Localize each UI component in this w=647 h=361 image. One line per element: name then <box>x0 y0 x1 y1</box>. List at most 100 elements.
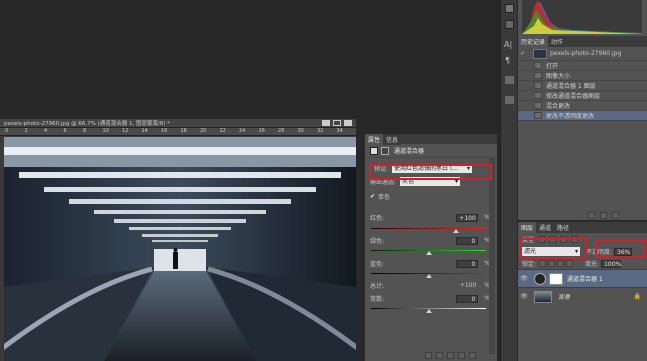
reset-icon[interactable] <box>447 352 454 359</box>
camera-icon[interactable] <box>600 212 607 219</box>
tool-preset-icon[interactable] <box>505 76 514 84</box>
horizontal-ruler: 0 2 4 6 8 10 12 14 16 18 20 22 24 26 28 30 32 34 <box>0 128 356 136</box>
properties-scrollbar[interactable] <box>489 158 495 354</box>
ruler-tick-label: 34 <box>336 128 343 134</box>
history-step-icon <box>534 112 542 119</box>
ruler-tick-label: 10 <box>102 128 109 134</box>
mono-label: 单色 <box>378 193 391 201</box>
document-window: pexels-photo-27960.jpg @ 66.7% (通道混合器 1,… <box>0 119 356 361</box>
layer-mask-thumbnail[interactable] <box>549 272 563 285</box>
red-label: 红色: <box>370 215 385 222</box>
lock-image-icon[interactable] <box>548 260 556 267</box>
ruler-tick-label: 14 <box>141 128 148 134</box>
lock-position-icon[interactable] <box>557 260 565 267</box>
tab-history[interactable]: 历史记录 <box>518 36 549 47</box>
history-item[interactable]: 图像大小 <box>518 71 647 81</box>
ruler-tick-label: 22 <box>219 128 226 134</box>
constant-label: 常数: <box>370 296 385 303</box>
opacity-highlight <box>595 240 645 258</box>
history-item[interactable]: 通道混合器 1 图层 <box>518 81 647 91</box>
eye-icon[interactable]: 👁 <box>518 293 530 300</box>
visibility-icon[interactable] <box>458 352 465 359</box>
lock-all-icon[interactable] <box>566 260 574 267</box>
ruler-tick-label: 18 <box>180 128 187 134</box>
constant-slider-knob[interactable] <box>426 309 432 313</box>
layer-row[interactable]: 👁 背景 🔒 <box>518 287 647 305</box>
ruler-tick-label: 4 <box>44 128 48 134</box>
history-step-icon <box>534 92 542 99</box>
green-input[interactable]: 0 <box>456 236 479 245</box>
histogram-icon[interactable] <box>505 4 514 13</box>
panel-title: 通道混合器 <box>394 148 425 155</box>
ruler-tick-label: 24 <box>239 128 246 134</box>
ruler-tick-label: 32 <box>317 128 324 134</box>
tab-info[interactable]: 信息 <box>383 133 402 145</box>
blend-mode-highlight <box>519 238 587 259</box>
green-slider-knob[interactable] <box>426 251 432 255</box>
history-item-selected[interactable]: 更改不透明度更改 <box>518 111 647 121</box>
history-item[interactable]: 打开 <box>518 61 647 71</box>
history-step-icon <box>534 72 542 79</box>
blue-input[interactable]: 0 <box>456 259 479 268</box>
history-item[interactable]: 混合更改 <box>518 101 647 111</box>
lock-transparent-icon[interactable] <box>539 260 547 267</box>
layer-thumbnail <box>534 290 552 303</box>
blue-slider-knob[interactable] <box>426 274 432 278</box>
adjustment-layer-icon <box>534 272 546 285</box>
history-panel: 历史记录 动作 ✓ pexels-photo-27960.jpg 打开 图像大小… <box>518 36 647 220</box>
layer-name[interactable]: 通道混合器 1 <box>567 274 603 283</box>
history-item[interactable]: 修改通道混合器图层 <box>518 91 647 101</box>
history-step-icon <box>534 102 542 109</box>
close-icon[interactable] <box>344 120 352 126</box>
brush-icon[interactable] <box>505 96 514 104</box>
tab-channels[interactable]: 通道 <box>536 222 555 233</box>
tab-layers[interactable]: 图层 <box>518 222 537 233</box>
ruler-tick-label: 16 <box>161 128 168 134</box>
maximize-icon[interactable] <box>333 120 341 126</box>
green-label: 绿色: <box>370 238 385 245</box>
paragraph-icon[interactable]: ¶ <box>505 56 510 65</box>
ruler-tick-label: 0 <box>5 128 9 134</box>
lock-label: 锁定: <box>522 261 537 268</box>
minimize-icon[interactable] <box>322 120 330 126</box>
mono-checkbox[interactable]: ✔ <box>370 193 375 200</box>
history-step-icon <box>534 82 542 89</box>
fill-label: 填充: <box>585 261 600 268</box>
trash-icon[interactable] <box>469 352 476 359</box>
channel-mixer-icon <box>370 146 378 155</box>
ruler-tick-label: 26 <box>258 128 265 134</box>
constant-input[interactable]: 0 <box>456 294 479 303</box>
ruler-tick-label: 30 <box>297 128 304 134</box>
ruler-tick-label: 12 <box>122 128 129 134</box>
ruler-tick-label: 8 <box>83 128 87 134</box>
red-slider[interactable] <box>371 228 486 229</box>
tab-paths[interactable]: 路径 <box>554 222 573 233</box>
history-step-icon <box>534 62 542 69</box>
red-slider-knob[interactable] <box>453 229 459 233</box>
new-snapshot-icon[interactable] <box>588 212 595 219</box>
clip-to-layer-icon[interactable] <box>425 352 432 359</box>
right-tool-strip: A| ¶ <box>500 0 517 361</box>
layer-name[interactable]: 背景 <box>558 292 570 301</box>
lock-icon: 🔒 <box>633 293 641 300</box>
fill-input[interactable]: 100% <box>601 259 621 268</box>
character-icon[interactable]: A| <box>504 40 512 49</box>
escalator-photo <box>4 137 356 361</box>
snapshot-thumbnail <box>533 48 547 59</box>
tab-properties[interactable]: 属性 <box>365 133 384 145</box>
history-icon[interactable] <box>505 20 514 29</box>
eye-icon[interactable]: 👁 <box>518 275 530 282</box>
canvas <box>4 137 356 361</box>
view-previous-icon[interactable] <box>436 352 443 359</box>
document-tab-title[interactable]: pexels-photo-27960.jpg @ 66.7% (通道混合器 1,… <box>0 119 170 127</box>
red-input[interactable]: +100 <box>456 213 479 222</box>
snapshot-label[interactable]: pexels-photo-27960.jpg <box>550 50 621 57</box>
histogram-graph <box>522 0 642 34</box>
ruler-tick-label: 28 <box>278 128 285 134</box>
snapshot-brush-icon[interactable]: ✓ <box>520 50 530 57</box>
mask-icon[interactable] <box>381 146 389 155</box>
layer-row[interactable]: 👁 通道混合器 1 <box>518 269 647 287</box>
preset-highlight <box>369 164 492 180</box>
trash-icon[interactable] <box>612 212 619 219</box>
tab-actions[interactable]: 动作 <box>548 36 567 47</box>
